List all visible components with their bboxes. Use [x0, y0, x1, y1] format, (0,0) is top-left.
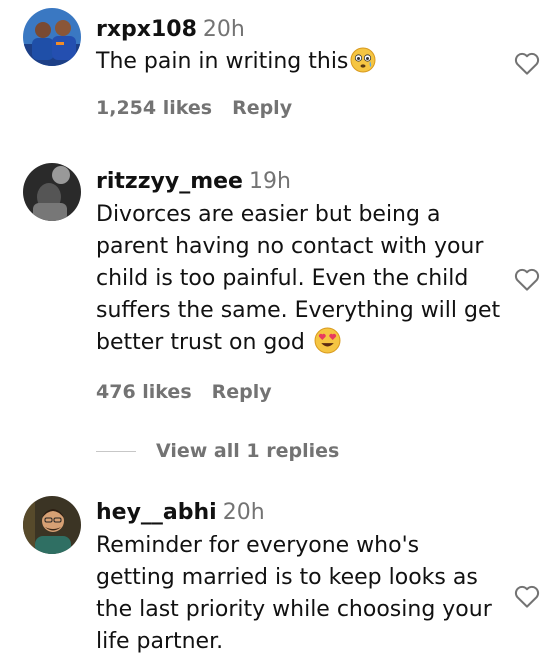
avatar[interactable]: [23, 8, 81, 66]
likes-count[interactable]: 1,254 likes: [96, 97, 212, 119]
comment-text: Divorces are easier but being a parent h…: [96, 199, 508, 364]
comment-line: The pain in writing this: [96, 49, 349, 74]
comment-line: better trust on god: [96, 330, 305, 355]
comment-text: The pain in writing this: [96, 46, 508, 83]
timestamp: 20h: [222, 500, 265, 525]
username[interactable]: hey__abhi: [96, 500, 217, 525]
comment-line: Reminder for everyone who's: [96, 533, 420, 558]
comment-line: suffers the same. Everything will get: [96, 298, 501, 323]
flushed-face-emoji-icon: [350, 47, 376, 83]
comment-line: the last priority while choosing your: [96, 597, 492, 622]
reply-button[interactable]: Reply: [232, 97, 292, 119]
heart-eyes-emoji-icon: [314, 327, 341, 364]
avatar[interactable]: [23, 496, 81, 554]
divider: [96, 450, 136, 452]
username[interactable]: rxpx108: [96, 17, 197, 42]
comment-line: Divorces are easier but being a: [96, 202, 441, 227]
comment-line: parent having no contact with your: [96, 234, 484, 259]
comment-actions: 1,254 likes Reply: [96, 96, 292, 120]
timestamp: 19h: [248, 169, 291, 194]
like-heart-icon[interactable]: [512, 264, 542, 294]
comment-header: ritzzyy_mee 19h: [96, 168, 291, 196]
comment-header: rxpx108 20h: [96, 16, 245, 44]
reply-button[interactable]: Reply: [212, 381, 272, 403]
comment-line: child is too painful. Even the child: [96, 266, 469, 291]
comment-text: Reminder for everyone who's getting marr…: [96, 530, 508, 658]
username[interactable]: ritzzyy_mee: [96, 169, 243, 194]
like-heart-icon[interactable]: [512, 48, 542, 78]
comment-line: getting married is to keep looks as: [96, 565, 478, 590]
comment-header: hey__abhi 20h: [96, 499, 265, 527]
like-heart-icon[interactable]: [512, 581, 542, 611]
timestamp: 20h: [202, 17, 245, 42]
likes-count[interactable]: 476 likes: [96, 381, 192, 403]
view-replies-button[interactable]: View all 1 replies: [96, 440, 339, 464]
comment-actions: 476 likes Reply: [96, 380, 272, 404]
view-replies-label: View all 1 replies: [156, 440, 340, 462]
avatar[interactable]: [23, 163, 81, 221]
comment-line: life partner.: [96, 629, 224, 654]
